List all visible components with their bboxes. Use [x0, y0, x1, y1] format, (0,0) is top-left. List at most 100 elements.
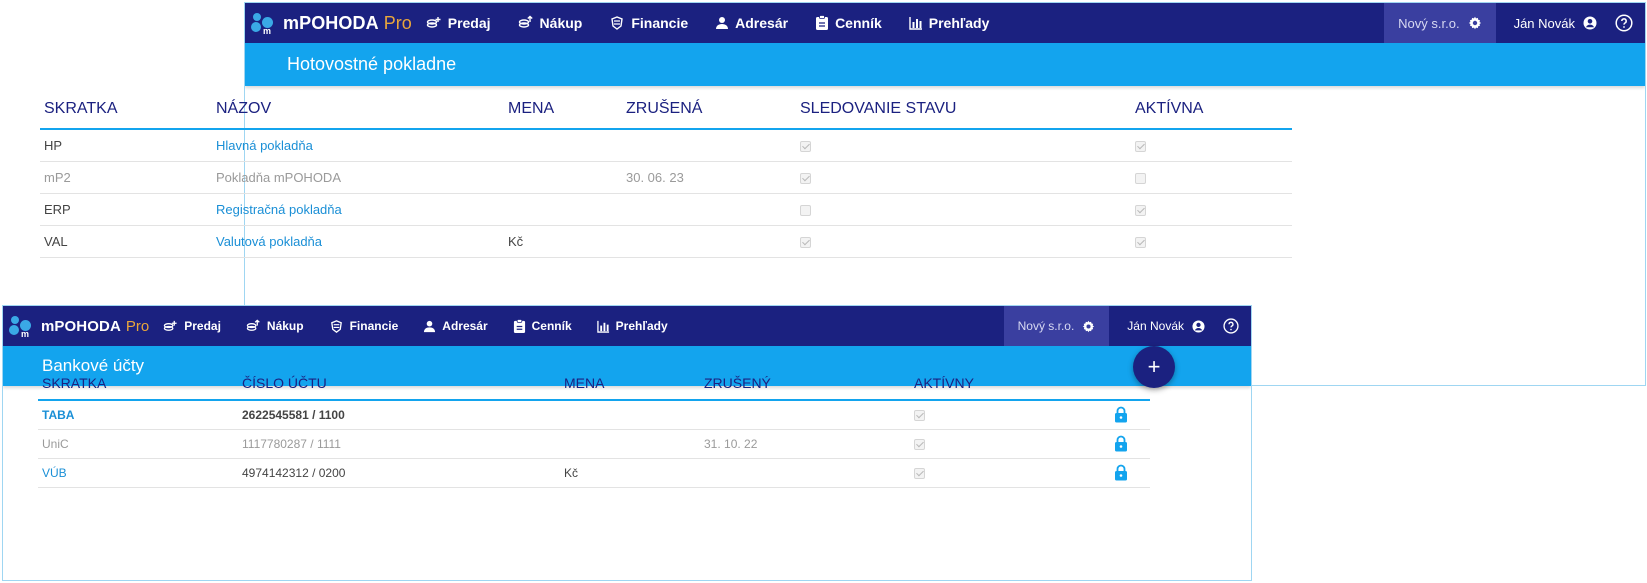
- cell-name: Pokladňa mPOHODA: [212, 161, 504, 194]
- table-row[interactable]: HP Hlavná pokladňa: [40, 129, 1292, 162]
- company-selector[interactable]: Nový s.r.o.: [1003, 306, 1110, 346]
- finance-icon: [330, 319, 342, 333]
- brand[interactable]: m mPOHODA Pro: [3, 315, 150, 339]
- cell-currency: [504, 193, 622, 226]
- cell-account: 1117780287 / 1111: [238, 429, 560, 459]
- nav-adresar[interactable]: Adresár: [423, 319, 488, 333]
- active-checkbox: [1135, 204, 1146, 216]
- nav-adresar-label: Adresár: [442, 319, 488, 333]
- cell-code: mP2: [40, 161, 212, 194]
- page-title: Hotovostné pokladne: [245, 43, 1645, 86]
- tracking-checkbox: [800, 172, 811, 184]
- purchase-icon: [246, 319, 260, 331]
- bank-accounts-table: SKRATKA ČÍSLO ÚČTU MENA ZRUŠENÝ AKTÍVNY …: [38, 375, 1150, 488]
- cell-cancelled: [700, 400, 910, 430]
- nav-nakup[interactable]: Nákup: [246, 319, 304, 334]
- pricelist-icon: [816, 15, 829, 30]
- cell-currency: [504, 161, 622, 194]
- nav-financie[interactable]: Financie: [329, 319, 398, 334]
- lock-icon[interactable]: [1114, 435, 1128, 452]
- purchase-icon: [518, 15, 533, 28]
- cell-cancelled: 31. 10. 22: [700, 429, 910, 459]
- cell-currency: [560, 400, 700, 430]
- add-bank-account-button[interactable]: +: [1133, 346, 1175, 388]
- nav-prehlady[interactable]: Prehľady: [909, 15, 989, 31]
- pricelist-icon: [513, 318, 525, 333]
- nav-predaj-label: Predaj: [184, 319, 221, 333]
- active-checkbox: [1135, 236, 1146, 248]
- cell-name-link[interactable]: Hlavná pokladňa: [212, 129, 504, 162]
- col-mena[interactable]: MENA: [560, 375, 700, 401]
- bar-chart-icon: [909, 17, 922, 30]
- table-row[interactable]: VAL Valutová pokladňa Kč: [40, 225, 1292, 258]
- table-row[interactable]: ERP Registračná pokladňa: [40, 193, 1292, 226]
- col-cislo-uctu[interactable]: ČÍSLO ÚČTU: [238, 375, 560, 401]
- bar-chart-icon: [596, 320, 609, 333]
- cell-code-link[interactable]: VÚB: [38, 458, 238, 488]
- user-name: Ján Novák: [1513, 15, 1575, 31]
- company-selector[interactable]: Nový s.r.o.: [1384, 3, 1496, 43]
- cell-code: HP: [40, 129, 212, 162]
- cell-cancelled: [700, 458, 910, 488]
- table-row[interactable]: VÚB 4974142312 / 0200 Kč: [38, 458, 1150, 488]
- cell-currency: Kč: [560, 458, 700, 488]
- user-circle-icon: [1192, 319, 1205, 333]
- nav-predaj[interactable]: Predaj: [426, 15, 491, 31]
- brand-pro: Pro: [383, 12, 412, 33]
- col-mena[interactable]: MENA: [504, 100, 622, 130]
- person-icon: [424, 320, 436, 332]
- user-menu[interactable]: Ján Novák: [1109, 306, 1223, 346]
- help-button[interactable]: [1223, 318, 1251, 334]
- cell-cancelled: [622, 225, 796, 258]
- lock-icon[interactable]: [1114, 406, 1128, 423]
- nav-cennik-label: Cenník: [835, 15, 882, 31]
- col-skratka[interactable]: SKRATKA: [40, 100, 212, 130]
- col-skratka[interactable]: SKRATKA: [38, 375, 238, 401]
- brand-pro: Pro: [125, 317, 150, 335]
- col-zruseny[interactable]: ZRUŠENÝ: [700, 375, 910, 401]
- finance-icon: [611, 16, 624, 30]
- cash-registers-table: SKRATKA NÁZOV MENA ZRUŠENÁ SLEDOVANIE ST…: [40, 100, 1292, 258]
- brand-name: mPOHODA: [283, 12, 379, 33]
- plus-icon: +: [1147, 354, 1161, 379]
- table-row[interactable]: TABA 2622545581 / 1100: [38, 400, 1150, 430]
- cell-currency: [504, 129, 622, 162]
- cell-name-link[interactable]: Valutová pokladňa: [212, 225, 504, 258]
- nav-predaj[interactable]: Predaj: [163, 319, 221, 334]
- help-button[interactable]: [1615, 14, 1645, 32]
- cell-cancelled: 30. 06. 23: [622, 161, 796, 194]
- col-sledovanie-stavu[interactable]: SLEDOVANIE STAVU: [796, 100, 1131, 130]
- user-menu[interactable]: Ján Novák: [1496, 3, 1615, 43]
- nav-adresar[interactable]: Adresár: [715, 15, 788, 31]
- cell-account: 2622545581 / 1100: [238, 400, 560, 430]
- active-checkbox: [1135, 140, 1146, 152]
- nav-financie[interactable]: Financie: [609, 15, 688, 31]
- nav-nakup-label: Nákup: [266, 319, 304, 333]
- col-zrusena[interactable]: ZRUŠENÁ: [622, 100, 796, 130]
- table-row[interactable]: UniC 1117780287 / 1111 31. 10. 22: [38, 429, 1150, 459]
- sales-icon: [426, 17, 441, 28]
- cell-code: ERP: [40, 193, 212, 226]
- col-aktivny[interactable]: AKTÍVNY: [910, 375, 1110, 401]
- nav-cennik[interactable]: Cenník: [513, 318, 572, 334]
- gear-icon: [1083, 320, 1095, 332]
- cell-account: 4974142312 / 0200: [238, 458, 560, 488]
- lock-icon[interactable]: [1114, 464, 1128, 481]
- col-nazov[interactable]: NÁZOV: [212, 100, 504, 130]
- nav-nakup[interactable]: Nákup: [518, 15, 582, 31]
- cell-code-link[interactable]: TABA: [38, 400, 238, 430]
- nav-financie-label: Financie: [631, 15, 689, 31]
- table-row[interactable]: mP2 Pokladňa mPOHODA 30. 06. 23: [40, 161, 1292, 194]
- brand[interactable]: m mPOHODA Pro: [245, 12, 412, 36]
- col-aktivna[interactable]: AKTÍVNA: [1131, 100, 1292, 130]
- cell-name-link[interactable]: Registračná pokladňa: [212, 193, 504, 226]
- top-navbar: m mPOHODA Pro Predaj Nákup Financie Adre…: [245, 3, 1645, 43]
- company-name: Nový s.r.o.: [1017, 319, 1075, 333]
- active-checkbox: [914, 467, 925, 479]
- mpohoda-logo-icon: m: [251, 12, 275, 36]
- tracking-checkbox: [800, 236, 811, 248]
- active-checkbox: [1135, 172, 1146, 184]
- nav-prehlady[interactable]: Prehľady: [596, 319, 668, 333]
- brand-name: mPOHODA: [41, 317, 121, 335]
- nav-cennik[interactable]: Cenník: [815, 15, 882, 31]
